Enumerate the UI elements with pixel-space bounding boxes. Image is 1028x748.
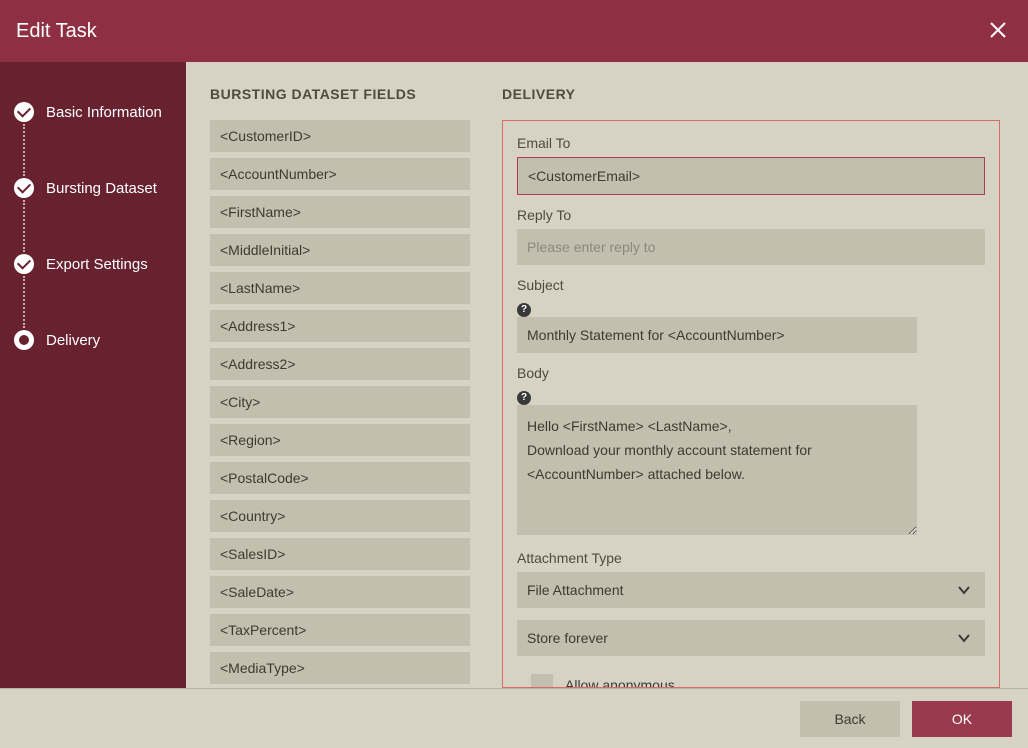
field-chip[interactable]: <SalesID> [210, 538, 470, 570]
delivery-form: Email To Reply To Subject ? Body ? Attac… [502, 120, 1000, 688]
allow-anonymous-row: Allow anonymous [517, 668, 985, 688]
field-chip[interactable]: <Region> [210, 424, 470, 456]
delivery-header: DELIVERY [502, 86, 1000, 102]
step-label: Bursting Dataset [46, 180, 157, 197]
email-to-row: Email To [517, 135, 985, 195]
body-row: Body ? [517, 365, 985, 538]
field-chip[interactable]: <CustomerID> [210, 120, 470, 152]
storage-select[interactable]: Store forever [517, 620, 985, 656]
field-chip[interactable]: <Country> [210, 500, 470, 532]
bursting-fields-panel: BURSTING DATASET FIELDS <CustomerID> <Ac… [186, 62, 488, 688]
field-chip[interactable]: <LastName> [210, 272, 470, 304]
attachment-type-value: File Attachment [517, 572, 985, 608]
help-icon[interactable]: ? [517, 303, 531, 317]
body-label: Body [517, 365, 985, 381]
step-label: Export Settings [46, 256, 148, 273]
field-chip[interactable]: <PostalCode> [210, 462, 470, 494]
close-icon [988, 20, 1008, 40]
step-connector [0, 134, 186, 166]
attachment-type-select[interactable]: File Attachment [517, 572, 985, 608]
field-chip[interactable]: <SaleDate> [210, 576, 470, 608]
body-textarea[interactable] [517, 405, 917, 535]
titlebar: Edit Task [0, 0, 1028, 62]
field-chip[interactable]: <Address2> [210, 348, 470, 380]
step-export-settings[interactable]: Export Settings [0, 242, 186, 286]
step-connector [0, 286, 186, 318]
allow-anonymous-checkbox[interactable] [531, 674, 553, 688]
ok-button[interactable]: OK [912, 701, 1012, 737]
steps-sidebar: Basic Information Bursting Dataset Expor… [0, 62, 186, 688]
storage-value: Store forever [517, 620, 985, 656]
reply-to-label: Reply To [517, 207, 985, 223]
step-delivery[interactable]: Delivery [0, 318, 186, 362]
attachment-type-label: Attachment Type [517, 550, 985, 566]
reply-to-row: Reply To [517, 207, 985, 265]
step-bursting-dataset[interactable]: Bursting Dataset [0, 166, 186, 210]
subject-input[interactable] [517, 317, 917, 353]
field-chip[interactable]: <Address1> [210, 310, 470, 342]
bursting-header: BURSTING DATASET FIELDS [210, 86, 474, 102]
current-step-icon [14, 330, 34, 350]
allow-anonymous-label: Allow anonymous [565, 677, 675, 688]
field-chip[interactable]: <MediaType> [210, 652, 470, 684]
subject-row: Subject ? [517, 277, 985, 353]
attachment-type-row: Attachment Type File Attachment Store fo… [517, 550, 985, 688]
field-chip[interactable]: <AccountNumber> [210, 158, 470, 190]
field-chip[interactable]: <TaxPercent> [210, 614, 470, 646]
field-chip[interactable]: <FirstName> [210, 196, 470, 228]
reply-to-input[interactable] [517, 229, 985, 265]
step-basic-information[interactable]: Basic Information [0, 90, 186, 134]
email-to-input[interactable] [517, 157, 985, 195]
check-icon [14, 254, 34, 274]
back-button[interactable]: Back [800, 701, 900, 737]
close-button[interactable] [988, 20, 1008, 40]
step-label: Basic Information [46, 104, 162, 121]
main-area: Basic Information Bursting Dataset Expor… [0, 62, 1028, 688]
field-chip[interactable]: <City> [210, 386, 470, 418]
field-chip[interactable]: <MiddleInitial> [210, 234, 470, 266]
email-to-label: Email To [517, 135, 985, 151]
help-icon[interactable]: ? [517, 391, 531, 405]
check-icon [14, 178, 34, 198]
step-connector [0, 210, 186, 242]
bursting-field-list[interactable]: <CustomerID> <AccountNumber> <FirstName>… [210, 120, 474, 688]
step-label: Delivery [46, 332, 100, 349]
subject-label: Subject [517, 277, 985, 293]
delivery-panel: DELIVERY Email To Reply To Subject ? Bod… [488, 62, 1028, 688]
window-title: Edit Task [16, 20, 97, 43]
check-icon [14, 102, 34, 122]
dialog-footer: Back OK [0, 688, 1028, 748]
